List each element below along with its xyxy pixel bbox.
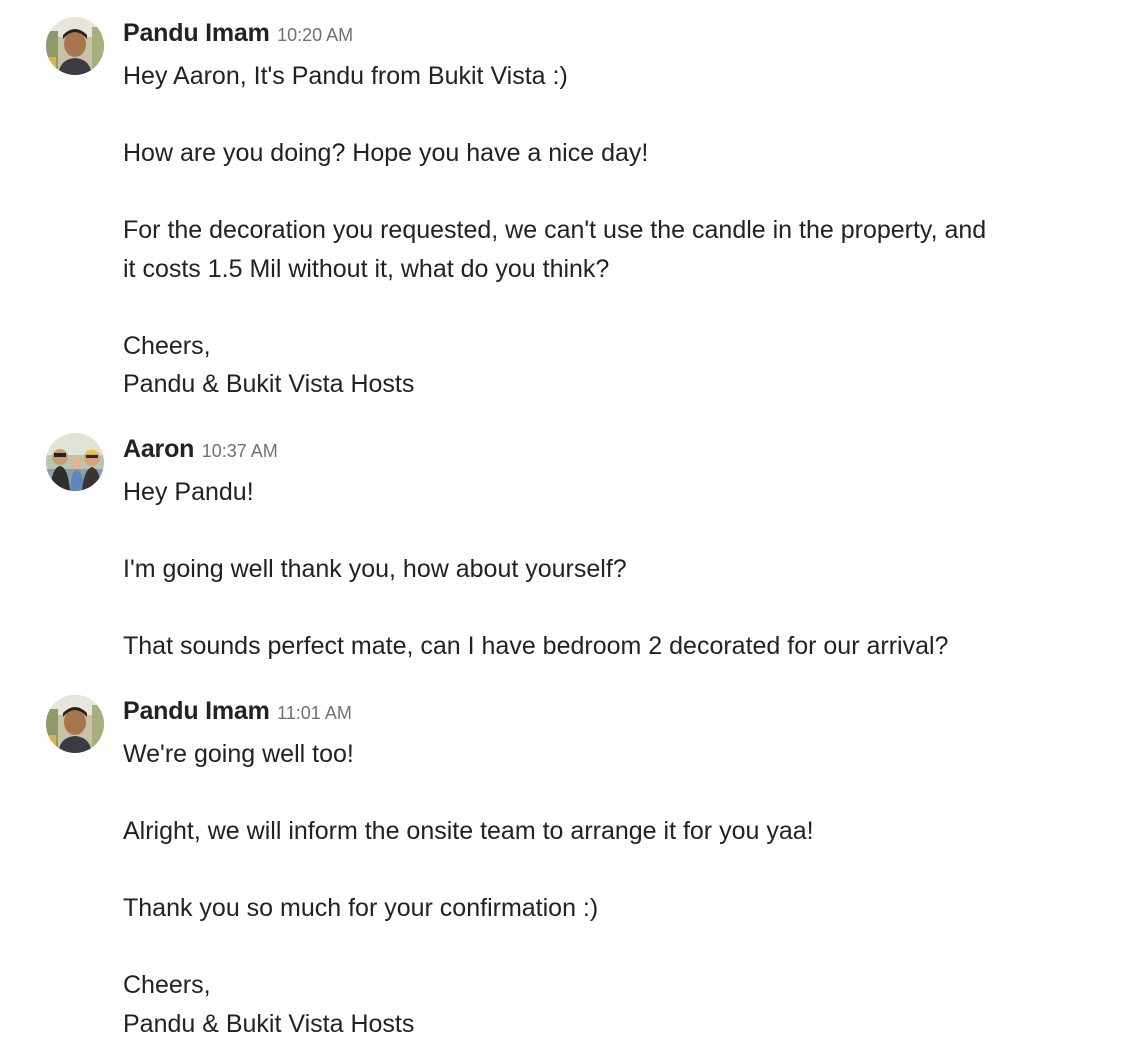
message-line: Hey Pandu! <box>123 478 254 506</box>
message-header: Aaron 10:37 AM <box>123 435 278 467</box>
message-line-blank <box>123 589 1063 628</box>
message-line: That sounds perfect mate, can I have bed… <box>123 632 949 660</box>
message-thread: Pandu Imam 10:20 AM Hey Aaron, It's Pand… <box>0 0 1148 1048</box>
message-line: I'm going well thank you, how about your… <box>123 555 627 583</box>
sender-name: Pandu Imam <box>123 697 270 725</box>
message-line-blank <box>123 96 1063 135</box>
message-line-blank <box>123 288 1063 327</box>
avatar-photo-icon <box>46 695 104 753</box>
message-line: Cheers, <box>123 331 211 360</box>
message-line: Pandu & Bukit Vista Hosts <box>123 1009 415 1038</box>
message-body: We're going well too! Alright, we will i… <box>123 735 1063 1043</box>
message-line: For the decoration you requested, we can… <box>123 216 987 244</box>
message-timestamp: 10:37 AM <box>201 441 278 461</box>
avatar-photo-icon <box>46 433 104 491</box>
message-body: Hey Pandu! I'm going well thank you, how… <box>123 473 1063 666</box>
message-timestamp: 11:01 AM <box>277 703 352 723</box>
avatar-photo-icon <box>46 17 104 75</box>
sender-name: Aaron <box>123 435 195 463</box>
message-line-blank <box>123 774 1063 813</box>
message-line: We're going well too! <box>123 740 354 768</box>
message-line-blank <box>123 928 1063 967</box>
message-header: Pandu Imam 11:01 AM <box>123 697 352 729</box>
avatar-aaron[interactable] <box>46 433 104 491</box>
message-timestamp: 10:20 AM <box>277 25 354 45</box>
avatar-pandu[interactable] <box>46 17 104 75</box>
message-line-blank <box>123 512 1063 551</box>
message-line: Cheers, <box>123 971 211 999</box>
message-line: Pandu & Bukit Vista Hosts <box>123 370 415 398</box>
message-line: How are you doing? Hope you have a nice … <box>123 139 649 167</box>
message-line: Hey Aaron, It's Pandu from Bukit Vista :… <box>123 62 568 90</box>
message-header: Pandu Imam 10:20 AM <box>123 19 353 51</box>
avatar-pandu[interactable] <box>46 695 104 753</box>
message-line: Alright, we will inform the onsite team … <box>123 817 814 845</box>
message-line-blank <box>123 851 1063 890</box>
message-body: Hey Aaron, It's Pandu from Bukit Vista :… <box>123 57 1063 404</box>
message-line: Thank you so much for your confirmation … <box>123 894 599 922</box>
message-line: it costs 1.5 Mil without it, what do you… <box>123 254 610 283</box>
message-line-blank <box>123 173 1063 212</box>
sender-name: Pandu Imam <box>123 19 270 47</box>
